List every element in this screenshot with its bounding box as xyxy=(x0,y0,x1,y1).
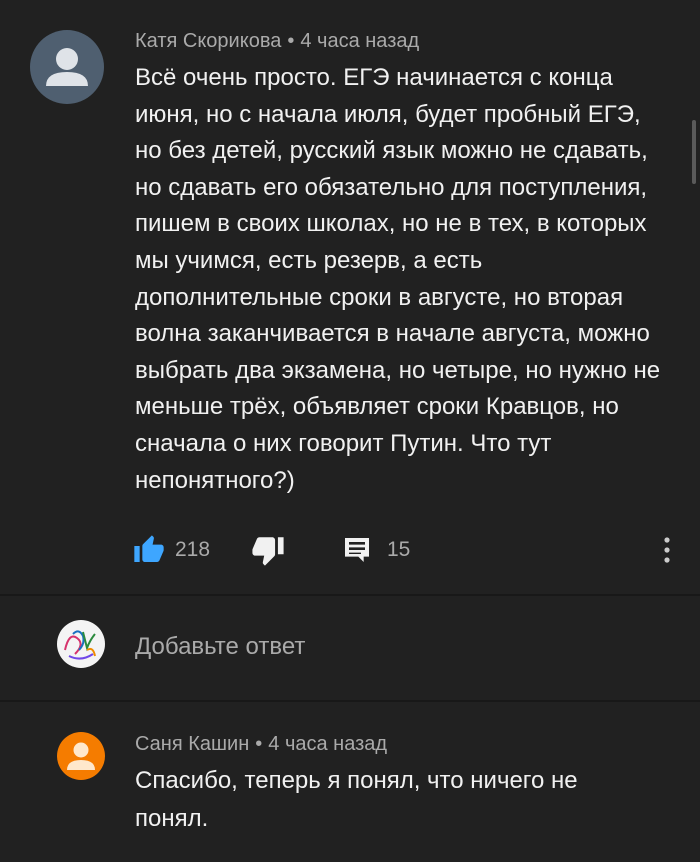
add-reply-bar[interactable]: Добавьте ответ xyxy=(0,596,700,700)
comment-thread: Катя Скорикова • 4 часа назад Всё очень пр… xyxy=(0,0,700,594)
comment-text: Всё очень просто. ЕГЭ начинается с конца… xyxy=(135,64,661,494)
add-reply-input[interactable]: Добавьте ответ xyxy=(135,633,305,661)
comment-header: Катя Скорикова • 4 часа назад xyxy=(135,30,419,53)
reply-time: 4 часа назад xyxy=(268,733,388,755)
like-count: 218 xyxy=(175,538,211,561)
separator-dot: • xyxy=(287,30,295,52)
scrollbar[interactable] xyxy=(692,120,696,184)
reply-count: 15 xyxy=(387,538,411,561)
reply-author-name[interactable]: Саня Кашин xyxy=(135,733,249,755)
reply-button[interactable]: 15 xyxy=(341,530,410,570)
user-avatar-icon xyxy=(46,48,88,86)
reply-author-avatar[interactable] xyxy=(57,732,105,780)
my-avatar xyxy=(57,620,105,668)
like-button[interactable]: 218 xyxy=(133,530,210,570)
reply-header: Саня Кашин • 4 часа назад xyxy=(135,733,387,756)
more-vert-icon xyxy=(664,537,670,563)
author-avatar[interactable] xyxy=(30,30,104,104)
author-name[interactable]: Катя Скорикова xyxy=(135,30,281,52)
comment-actions: 218 15 xyxy=(133,530,693,570)
thumbs-up-icon xyxy=(134,535,164,562)
thumbs-down-icon xyxy=(252,537,284,566)
user-avatar-icon xyxy=(67,742,95,770)
comment-icon xyxy=(345,538,369,562)
doodle-avatar-icon xyxy=(64,630,96,660)
dislike-button[interactable] xyxy=(251,530,285,570)
reply-text: Спасибо, теперь я понял, что ничего не п… xyxy=(135,767,578,832)
separator-dot: • xyxy=(255,733,263,755)
reply-comment: Саня Кашин • 4 часа назад Спасибо, теперь … xyxy=(0,702,700,862)
comment-time: 4 часа назад xyxy=(300,30,420,52)
more-options-button[interactable] xyxy=(653,530,681,570)
